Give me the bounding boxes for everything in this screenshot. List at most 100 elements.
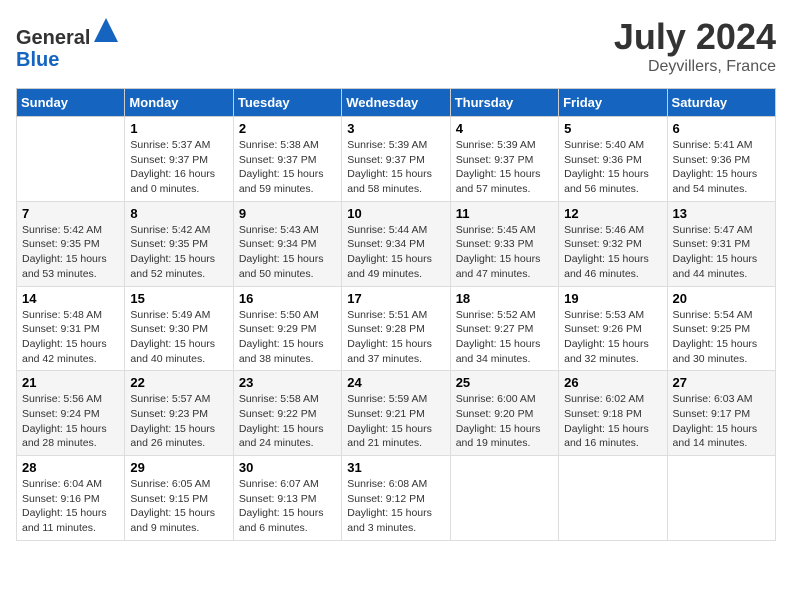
day-number: 16 <box>239 291 336 306</box>
day-info: Sunrise: 5:53 AM Sunset: 9:26 PM Dayligh… <box>564 308 661 367</box>
calendar-cell: 15 Sunrise: 5:49 AM Sunset: 9:30 PM Dayli… <box>125 286 233 371</box>
day-info: Sunrise: 6:07 AM Sunset: 9:13 PM Dayligh… <box>239 477 336 536</box>
calendar-row: 14 Sunrise: 5:48 AM Sunset: 9:31 PM Dayli… <box>17 286 776 371</box>
day-info: Sunrise: 5:58 AM Sunset: 9:22 PM Dayligh… <box>239 392 336 451</box>
day-info: Sunrise: 5:38 AM Sunset: 9:37 PM Dayligh… <box>239 138 336 197</box>
calendar-cell <box>450 456 558 541</box>
day-number: 9 <box>239 206 336 221</box>
day-number: 28 <box>22 460 119 475</box>
month-title: July 2024 <box>614 16 776 58</box>
calendar-table: Sunday Monday Tuesday Wednesday Thursday… <box>16 88 776 541</box>
calendar-cell: 3Sunrise: 5:39 AM Sunset: 9:37 PM Daylig… <box>342 117 450 202</box>
day-number: 8 <box>130 206 227 221</box>
calendar-cell: 14 Sunrise: 5:48 AM Sunset: 9:31 PM Dayli… <box>17 286 125 371</box>
day-info: Sunrise: 5:56 AM Sunset: 9:24 PM Dayligh… <box>22 392 119 451</box>
day-number: 19 <box>564 291 661 306</box>
day-number: 3 <box>347 121 444 136</box>
day-number: 22 <box>130 375 227 390</box>
day-number: 14 <box>22 291 119 306</box>
day-number: 30 <box>239 460 336 475</box>
day-info: Sunrise: 5:40 AM Sunset: 9:36 PM Dayligh… <box>564 138 661 197</box>
day-info: Sunrise: 5:45 AM Sunset: 9:33 PM Dayligh… <box>456 223 553 282</box>
day-info: Sunrise: 6:03 AM Sunset: 9:17 PM Dayligh… <box>673 392 770 451</box>
day-info: Sunrise: 5:44 AM Sunset: 9:34 PM Dayligh… <box>347 223 444 282</box>
header-row: Sunday Monday Tuesday Wednesday Thursday… <box>17 89 776 117</box>
day-number: 12 <box>564 206 661 221</box>
day-info: Sunrise: 6:04 AM Sunset: 9:16 PM Dayligh… <box>22 477 119 536</box>
day-info: Sunrise: 5:48 AM Sunset: 9:31 PM Dayligh… <box>22 308 119 367</box>
col-saturday: Saturday <box>667 89 775 117</box>
day-info: Sunrise: 5:51 AM Sunset: 9:28 PM Dayligh… <box>347 308 444 367</box>
day-number: 29 <box>130 460 227 475</box>
calendar-cell: 30 Sunrise: 6:07 AM Sunset: 9:13 PM Dayli… <box>233 456 341 541</box>
calendar-cell: 9 Sunrise: 5:43 AM Sunset: 9:34 PM Daylig… <box>233 201 341 286</box>
calendar-cell: 17 Sunrise: 5:51 AM Sunset: 9:28 PM Dayli… <box>342 286 450 371</box>
col-wednesday: Wednesday <box>342 89 450 117</box>
calendar-row: 1 Sunrise: 5:37 AM Sunset: 9:37 PM Daylig… <box>17 117 776 202</box>
day-info: Sunrise: 5:47 AM Sunset: 9:31 PM Dayligh… <box>673 223 770 282</box>
calendar-cell: 10 Sunrise: 5:44 AM Sunset: 9:34 PM Dayli… <box>342 201 450 286</box>
day-number: 17 <box>347 291 444 306</box>
logo-blue: Blue <box>16 49 59 71</box>
day-info: Sunrise: 6:08 AM Sunset: 9:12 PM Dayligh… <box>347 477 444 536</box>
calendar-cell: 6Sunrise: 5:41 AM Sunset: 9:36 PM Daylig… <box>667 117 775 202</box>
day-number: 11 <box>456 206 553 221</box>
col-thursday: Thursday <box>450 89 558 117</box>
calendar-cell: 28 Sunrise: 6:04 AM Sunset: 9:16 PM Dayli… <box>17 456 125 541</box>
day-info: Sunrise: 5:43 AM Sunset: 9:34 PM Dayligh… <box>239 223 336 282</box>
logo: General Blue <box>16 16 120 71</box>
day-info: Sunrise: 5:42 AM Sunset: 9:35 PM Dayligh… <box>22 223 119 282</box>
day-info: Sunrise: 5:50 AM Sunset: 9:29 PM Dayligh… <box>239 308 336 367</box>
day-info: Sunrise: 5:39 AM Sunset: 9:37 PM Dayligh… <box>456 138 553 197</box>
day-info: Sunrise: 5:57 AM Sunset: 9:23 PM Dayligh… <box>130 392 227 451</box>
calendar-cell: 20 Sunrise: 5:54 AM Sunset: 9:25 PM Dayli… <box>667 286 775 371</box>
col-monday: Monday <box>125 89 233 117</box>
day-info: Sunrise: 5:52 AM Sunset: 9:27 PM Dayligh… <box>456 308 553 367</box>
day-number: 10 <box>347 206 444 221</box>
day-number: 24 <box>347 375 444 390</box>
calendar-row: 28 Sunrise: 6:04 AM Sunset: 9:16 PM Dayli… <box>17 456 776 541</box>
day-number: 26 <box>564 375 661 390</box>
day-info: Sunrise: 5:46 AM Sunset: 9:32 PM Dayligh… <box>564 223 661 282</box>
day-number: 18 <box>456 291 553 306</box>
calendar-cell: 13Sunrise: 5:47 AM Sunset: 9:31 PM Dayli… <box>667 201 775 286</box>
calendar-cell: 25 Sunrise: 6:00 AM Sunset: 9:20 PM Dayli… <box>450 371 558 456</box>
calendar-cell: 8Sunrise: 5:42 AM Sunset: 9:35 PM Daylig… <box>125 201 233 286</box>
calendar-cell: 2 Sunrise: 5:38 AM Sunset: 9:37 PM Daylig… <box>233 117 341 202</box>
logo-general: General <box>16 27 90 49</box>
day-number: 27 <box>673 375 770 390</box>
calendar-cell: 29 Sunrise: 6:05 AM Sunset: 9:15 PM Dayli… <box>125 456 233 541</box>
day-number: 6 <box>673 121 770 136</box>
calendar-cell: 16 Sunrise: 5:50 AM Sunset: 9:29 PM Dayli… <box>233 286 341 371</box>
day-info: Sunrise: 6:02 AM Sunset: 9:18 PM Dayligh… <box>564 392 661 451</box>
day-number: 20 <box>673 291 770 306</box>
calendar-row: 7Sunrise: 5:42 AM Sunset: 9:35 PM Daylig… <box>17 201 776 286</box>
calendar-row: 21 Sunrise: 5:56 AM Sunset: 9:24 PM Dayli… <box>17 371 776 456</box>
day-number: 25 <box>456 375 553 390</box>
calendar-cell: 21 Sunrise: 5:56 AM Sunset: 9:24 PM Dayli… <box>17 371 125 456</box>
col-sunday: Sunday <box>17 89 125 117</box>
location: Deyvillers, France <box>614 58 776 76</box>
calendar-cell: 22 Sunrise: 5:57 AM Sunset: 9:23 PM Dayli… <box>125 371 233 456</box>
calendar-cell: 5Sunrise: 5:40 AM Sunset: 9:36 PM Daylig… <box>559 117 667 202</box>
calendar-cell: 4Sunrise: 5:39 AM Sunset: 9:37 PM Daylig… <box>450 117 558 202</box>
col-friday: Friday <box>559 89 667 117</box>
logo-icon <box>92 16 120 44</box>
calendar-cell: 19 Sunrise: 5:53 AM Sunset: 9:26 PM Dayli… <box>559 286 667 371</box>
day-number: 1 <box>130 121 227 136</box>
day-info: Sunrise: 6:00 AM Sunset: 9:20 PM Dayligh… <box>456 392 553 451</box>
day-info: Sunrise: 6:05 AM Sunset: 9:15 PM Dayligh… <box>130 477 227 536</box>
page-header: General Blue July 2024 Deyvillers, Franc… <box>16 16 776 76</box>
calendar-cell: 26 Sunrise: 6:02 AM Sunset: 9:18 PM Dayli… <box>559 371 667 456</box>
day-number: 21 <box>22 375 119 390</box>
col-tuesday: Tuesday <box>233 89 341 117</box>
calendar-cell: 18 Sunrise: 5:52 AM Sunset: 9:27 PM Dayli… <box>450 286 558 371</box>
calendar-cell: 27 Sunrise: 6:03 AM Sunset: 9:17 PM Dayli… <box>667 371 775 456</box>
day-number: 2 <box>239 121 336 136</box>
day-info: Sunrise: 5:37 AM Sunset: 9:37 PM Dayligh… <box>130 138 227 197</box>
day-number: 15 <box>130 291 227 306</box>
day-info: Sunrise: 5:54 AM Sunset: 9:25 PM Dayligh… <box>673 308 770 367</box>
title-block: July 2024 Deyvillers, France <box>614 16 776 76</box>
calendar-cell: 1 Sunrise: 5:37 AM Sunset: 9:37 PM Daylig… <box>125 117 233 202</box>
day-info: Sunrise: 5:49 AM Sunset: 9:30 PM Dayligh… <box>130 308 227 367</box>
